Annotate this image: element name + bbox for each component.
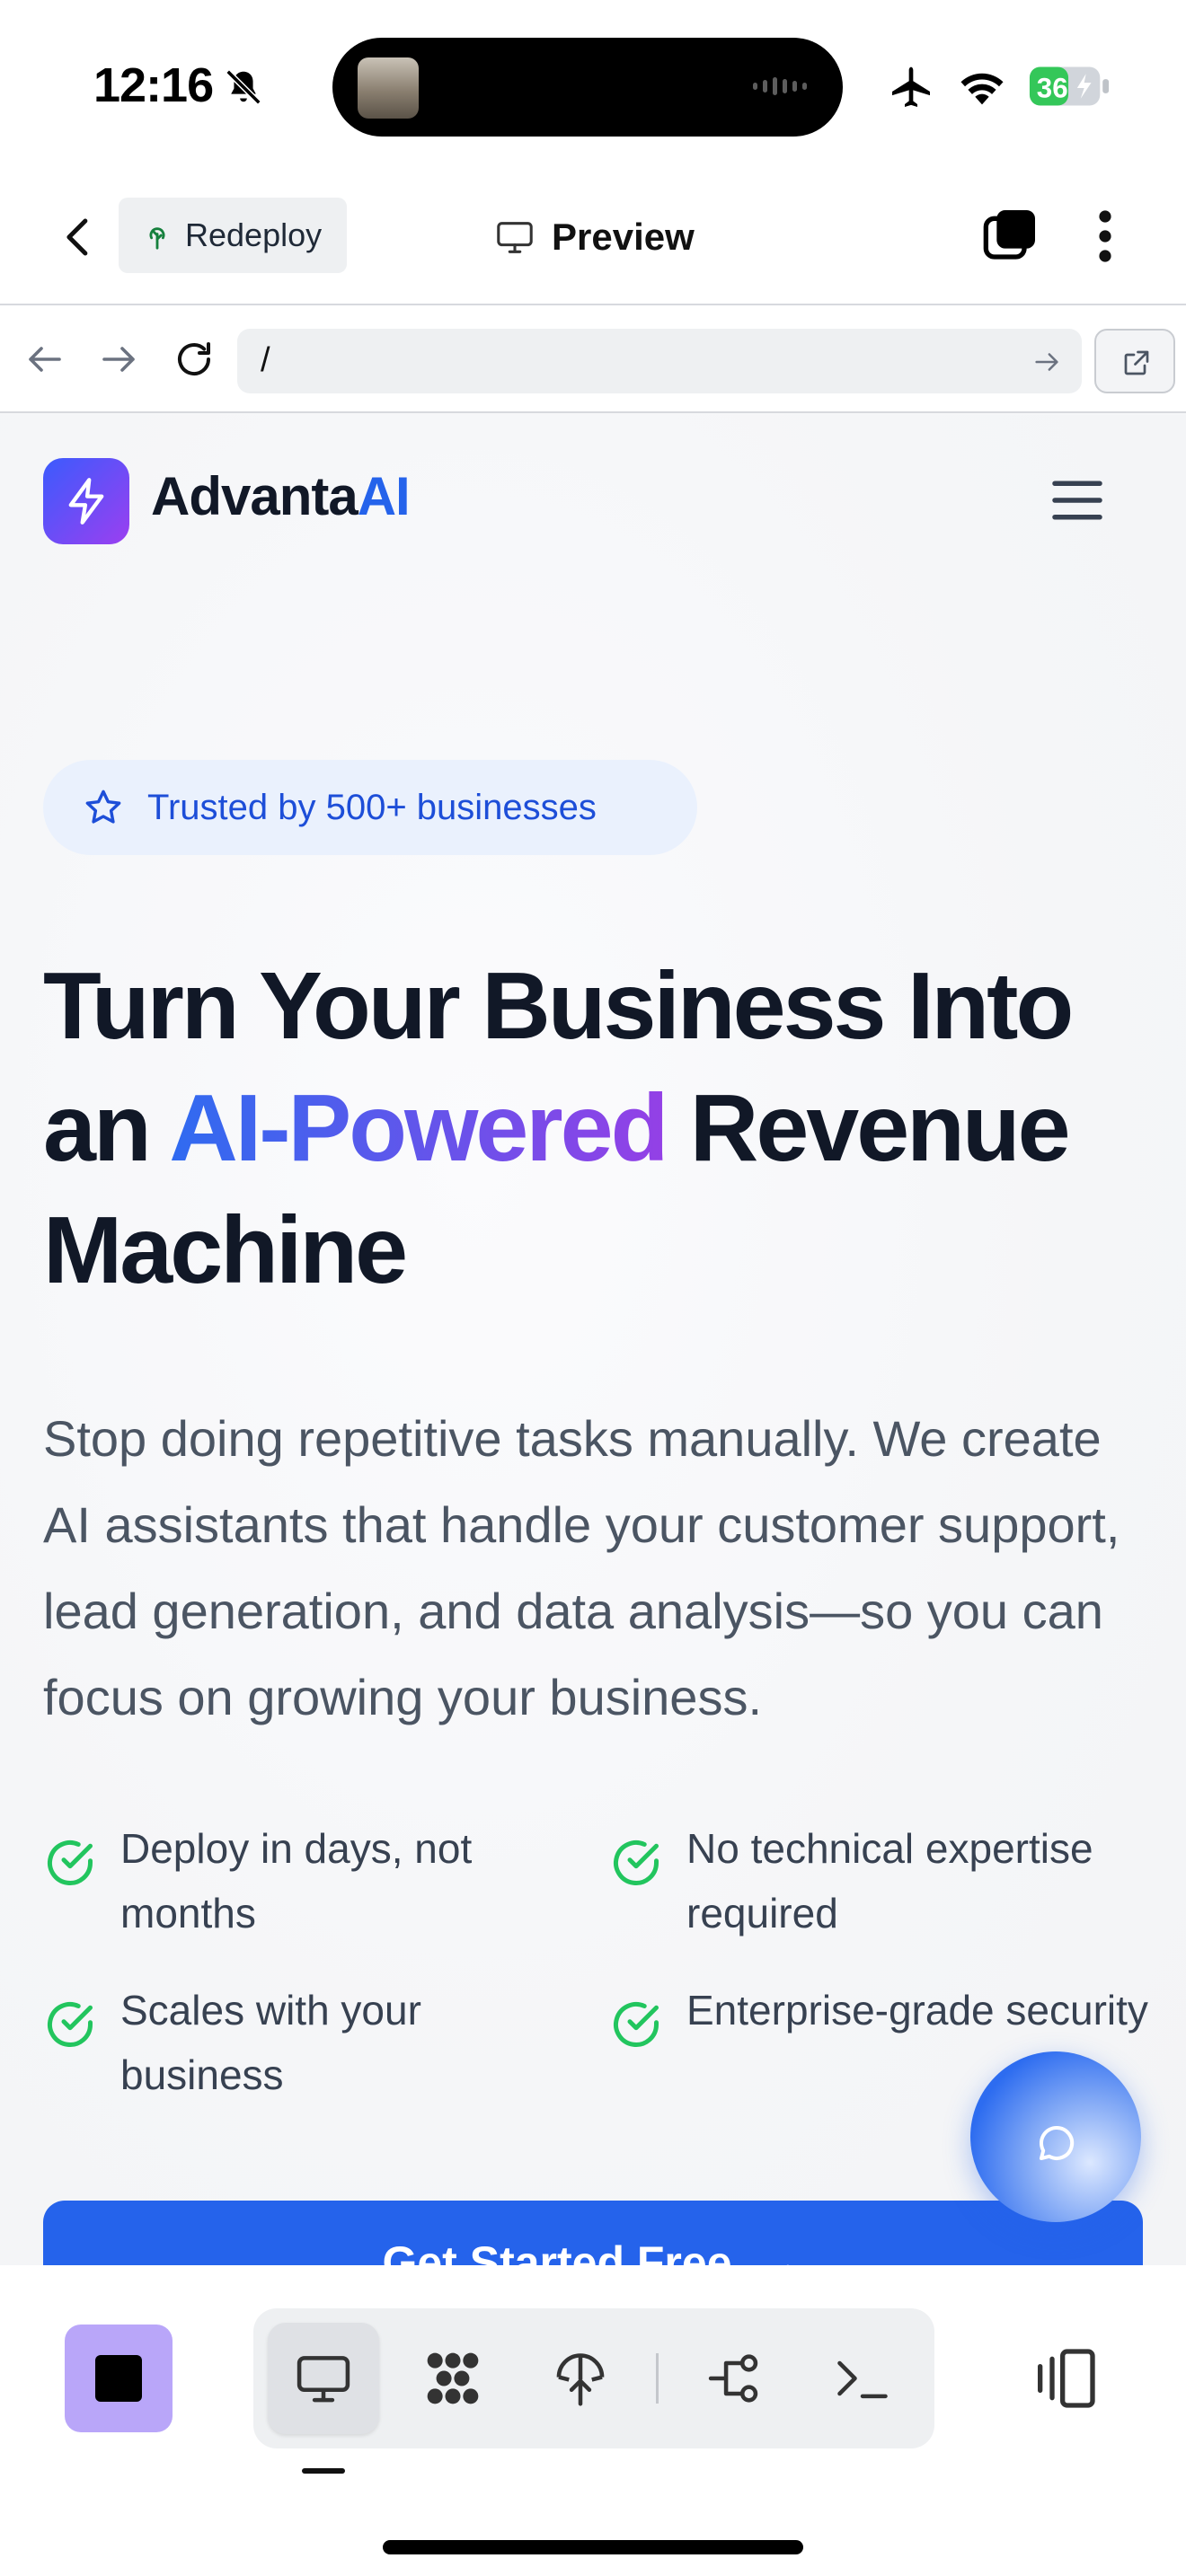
dynamic-island[interactable] xyxy=(332,38,843,137)
go-arrow-icon[interactable] xyxy=(1031,347,1062,377)
nav-forward-arrow-icon[interactable] xyxy=(97,338,140,381)
battery-icon: 36 xyxy=(1029,66,1110,106)
check-circle-icon xyxy=(614,1840,659,1885)
bottom-toolbar xyxy=(0,2265,1186,2576)
monitor-icon xyxy=(497,222,533,253)
brand-part-ai: AI xyxy=(357,466,411,526)
toolbar-divider xyxy=(656,2353,659,2404)
trust-badge: Trusted by 500+ businesses xyxy=(43,760,697,855)
preview-label: Preview xyxy=(552,216,695,258)
feature-text: No technical expertise required xyxy=(686,1825,1093,1936)
airplane-icon xyxy=(892,66,930,107)
active-tab-indicator xyxy=(302,2468,345,2474)
svg-text:36: 36 xyxy=(1037,73,1068,104)
headline-highlight: AI-Powered xyxy=(169,1075,668,1181)
feature-item: Scales with your business xyxy=(43,1978,582,2107)
check-circle-icon xyxy=(48,2002,93,2047)
check-circle-icon xyxy=(614,2002,659,2047)
check-circle-icon xyxy=(48,1840,93,1885)
more-options-icon[interactable] xyxy=(1087,207,1123,266)
feature-item: No technical expertise required xyxy=(609,1816,1148,1945)
audio-waveform-icon xyxy=(753,77,807,95)
external-link-icon xyxy=(1124,350,1149,375)
deploy-icon xyxy=(556,2353,605,2406)
desktop-icon xyxy=(296,2356,350,2403)
feature-item: Enterprise-grade security xyxy=(609,1978,1148,2051)
hero-subheadline: Stop doing repetitive tasks manually. We… xyxy=(43,1410,1120,1725)
tab-git[interactable] xyxy=(679,2323,791,2434)
apps-grid-icon xyxy=(427,2352,479,2404)
headline-line-2-pre: an xyxy=(43,1075,170,1181)
reload-icon[interactable] xyxy=(173,338,216,381)
web-preview: AdvantaAI Trusted by 500+ businesses Tur… xyxy=(0,415,1186,2265)
feature-item: Deploy in days, not months xyxy=(43,1816,582,1945)
terminal-icon xyxy=(837,2360,888,2399)
app-header: Redeploy Preview xyxy=(0,171,1186,305)
lightning-bolt-icon xyxy=(68,478,104,525)
chat-widget-button[interactable] xyxy=(970,2051,1141,2222)
stop-square-icon xyxy=(95,2355,142,2402)
tab-deploy[interactable] xyxy=(525,2323,636,2434)
tabs-switcher-icon[interactable] xyxy=(981,207,1039,264)
site-brand-name[interactable]: AdvantaAI xyxy=(151,465,411,527)
tab-terminal[interactable] xyxy=(807,2323,918,2434)
chat-bubble-icon xyxy=(1040,2125,1075,2160)
tab-apps[interactable] xyxy=(397,2323,509,2434)
feature-text: Enterprise-grade security xyxy=(686,1987,1148,2033)
nav-back-arrow-icon[interactable] xyxy=(23,338,66,381)
headline-line-1: Turn Your Business Into xyxy=(43,953,1074,1059)
silent-bell-icon xyxy=(226,69,261,105)
status-bar: 12:16 36 xyxy=(0,0,1186,171)
preview-title: Preview xyxy=(494,208,695,266)
tab-preview[interactable] xyxy=(268,2323,379,2434)
headline-line-3: Machine xyxy=(43,1197,408,1303)
cta-label: Get Started Free xyxy=(382,2237,732,2265)
site-logo[interactable] xyxy=(43,458,129,544)
open-external-button[interactable] xyxy=(1094,329,1175,393)
hero-headline: Turn Your Business Into an AI-Powered Re… xyxy=(43,945,1157,1311)
home-indicator[interactable] xyxy=(383,2540,803,2554)
deploy-tree-icon xyxy=(149,227,165,250)
star-icon xyxy=(85,790,121,824)
brand-part-advanta: Advanta xyxy=(151,466,358,526)
feature-text: Scales with your business xyxy=(120,1987,421,2098)
wifi-icon xyxy=(960,73,1004,105)
back-chevron-icon[interactable] xyxy=(54,210,102,264)
hamburger-menu-icon[interactable] xyxy=(1049,478,1105,523)
feature-text: Deploy in days, not months xyxy=(120,1825,473,1936)
branch-icon xyxy=(708,2354,758,2403)
get-started-button[interactable]: Get Started Free → xyxy=(43,2201,1143,2265)
url-text: / xyxy=(261,341,270,379)
trust-badge-text: Trusted by 500+ businesses xyxy=(147,787,597,827)
arrow-right-icon: → xyxy=(758,2237,804,2265)
url-input[interactable]: / xyxy=(237,329,1082,393)
view-switcher xyxy=(253,2308,934,2448)
status-time: 12:16 xyxy=(93,58,214,112)
headline-line-2-post: Revenue xyxy=(666,1075,1071,1181)
redeploy-button[interactable]: Redeploy xyxy=(119,198,347,273)
panel-toggle-icon[interactable] xyxy=(1030,2342,1102,2414)
redeploy-label: Redeploy xyxy=(185,216,323,253)
browser-nav-bar: / xyxy=(0,305,1186,413)
stop-button[interactable] xyxy=(65,2325,173,2432)
now-playing-thumbnail xyxy=(358,57,419,119)
